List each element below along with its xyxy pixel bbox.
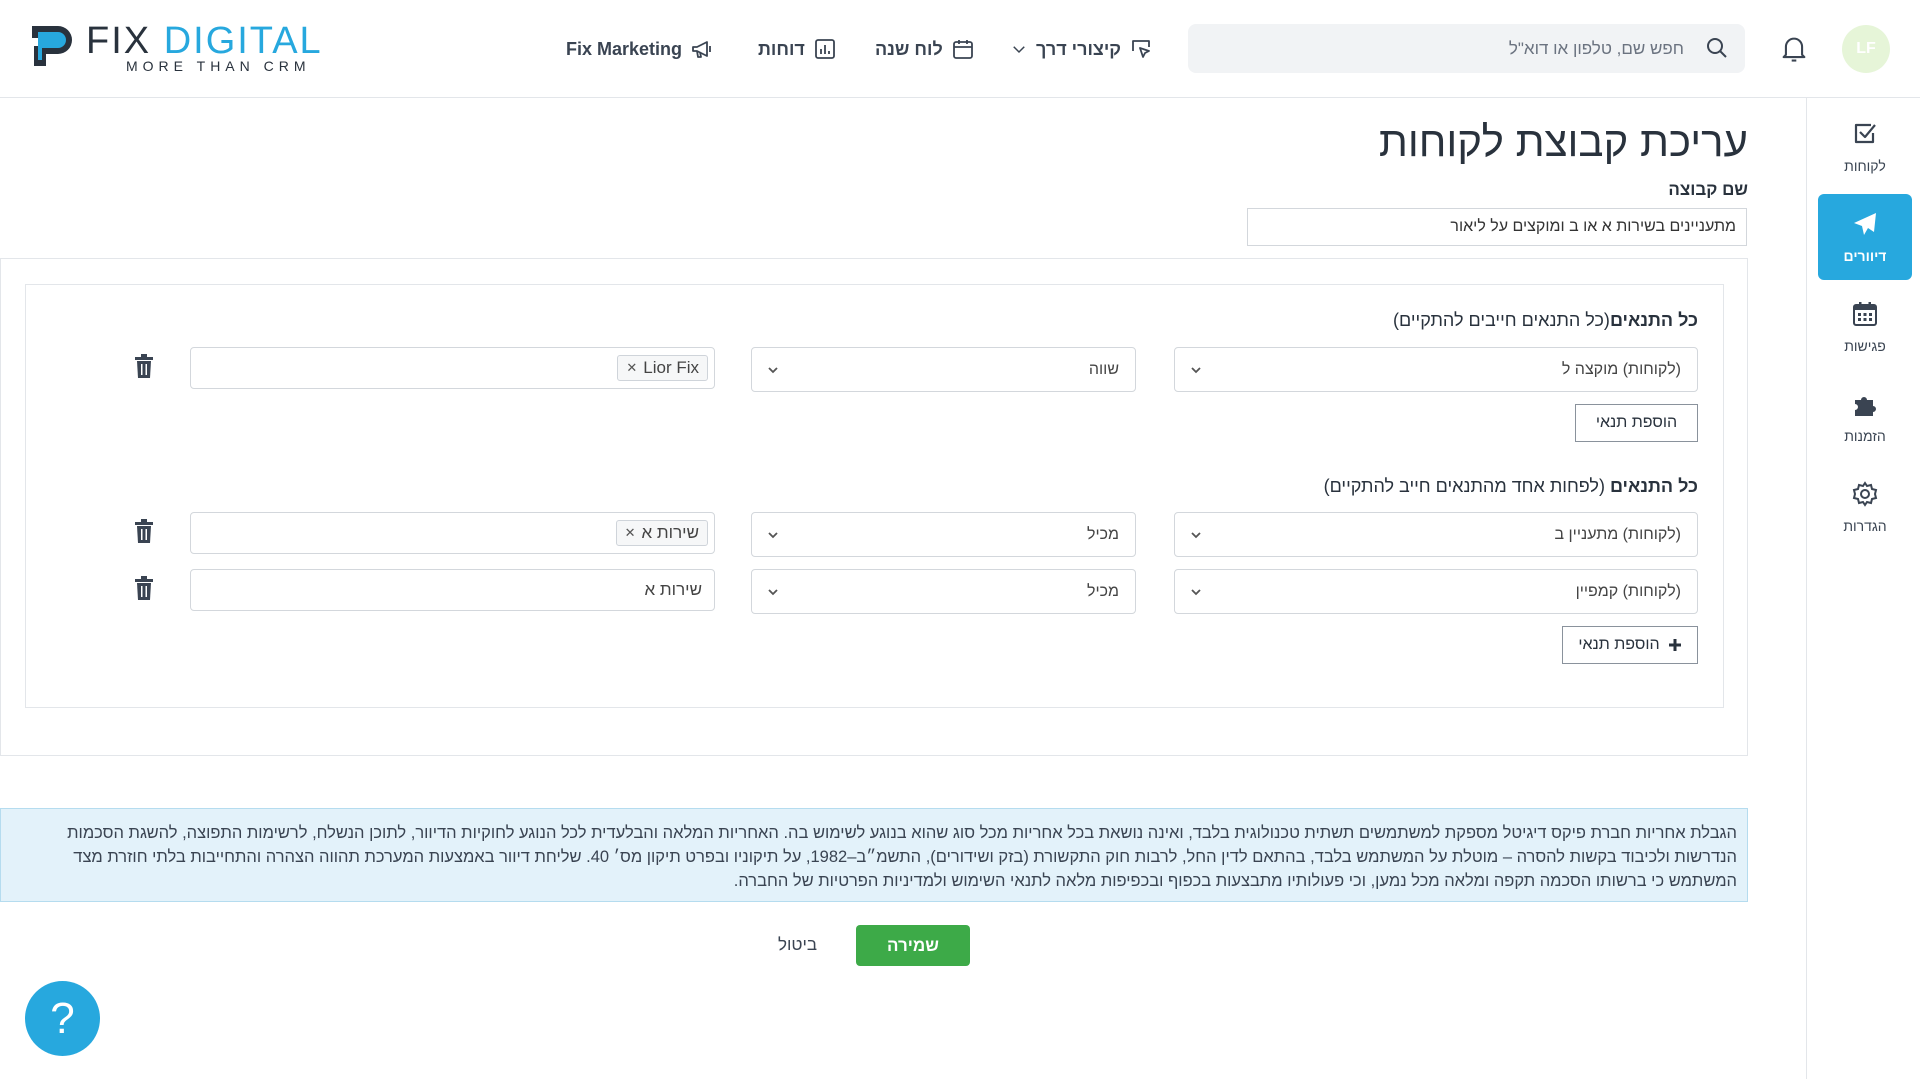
megaphone-icon — [692, 41, 711, 58]
brand-name-part1: FIX — [86, 20, 152, 62]
chevron-down-icon — [1191, 367, 1201, 374]
trash-icon[interactable] — [133, 519, 155, 543]
search-icon[interactable] — [1705, 36, 1729, 60]
sidebar-item-label: לקוחות — [1844, 158, 1886, 174]
sidebar-item-label: דיוורים — [1843, 248, 1887, 264]
select-value: מכיל — [1086, 582, 1119, 600]
condition-value-field[interactable]: שירות א ✕ — [190, 512, 715, 554]
add-condition-button[interactable]: הוספת תנאי — [1575, 404, 1698, 442]
chevron-down-icon — [1191, 532, 1201, 539]
select-value: (לקוחות) קמפיין — [1575, 582, 1681, 600]
liability-disclaimer: הגבלת אחריות חברת פיקס דיגיטל מספקת למשת… — [0, 808, 1748, 902]
value-tag: שירות א ✕ — [615, 520, 708, 546]
side-nav: לקוחות דיוורים פגישות הזמנות הגדרות — [1806, 98, 1920, 1079]
calendar-icon — [952, 40, 973, 59]
tag-remove-icon[interactable]: ✕ — [626, 360, 637, 376]
sidebar-item-orders[interactable]: הזמנות — [1818, 374, 1912, 460]
chevron-down-icon — [1191, 589, 1201, 596]
condition-value-field[interactable]: Lior Fix ✕ — [190, 347, 715, 389]
select-value: (לקוחות) מתעניין ב — [1554, 525, 1681, 543]
condition-value-field[interactable]: שירות א — [190, 569, 715, 611]
puzzle-icon — [1855, 397, 1876, 416]
nav-fix-marketing[interactable]: Fix Marketing — [566, 34, 714, 64]
sidebar-item-meetings[interactable]: פגישות — [1818, 284, 1912, 370]
select-value: (לקוחות) מוקצה ל — [1561, 360, 1681, 378]
bar-chart-icon — [814, 39, 835, 59]
group-name-input[interactable] — [1247, 208, 1747, 246]
select-value: מכיל — [1086, 525, 1119, 543]
sidebar-item-label: הזמנות — [1844, 428, 1886, 444]
chevron-down-icon — [768, 589, 778, 596]
all-conditions-title: כל התנאים(כל התנאים חייבים להתקיים) — [1100, 310, 1698, 331]
help-button[interactable]: ? — [25, 981, 100, 1056]
nav-reports[interactable]: דוחות — [758, 34, 837, 64]
nav-shortcuts[interactable]: קיצורי דרך — [1010, 34, 1153, 64]
plus-icon — [1668, 639, 1681, 651]
sidebar-item-label: פגישות — [1844, 338, 1886, 354]
sidebar-item-customers[interactable]: לקוחות — [1818, 104, 1912, 190]
any-conditions-title: כל התנאים (לפחות אחד מהתנאים חייב להתקיי… — [1100, 476, 1698, 497]
brand-logo[interactable]: FIX DIGITAL MORE THAN CRM — [28, 20, 358, 80]
nav-label: לוח שנה — [875, 38, 943, 59]
condition-operator-select[interactable]: מכיל — [751, 512, 1136, 557]
chevron-down-icon — [768, 532, 778, 539]
group-name-label: שם קבוצה — [1668, 180, 1748, 199]
value-tag: Lior Fix ✕ — [617, 355, 708, 381]
tag-label: שירות א — [641, 523, 699, 542]
value-text: שירות א — [644, 580, 702, 599]
add-condition-button[interactable]: הוספת תנאי — [1562, 626, 1698, 664]
cancel-link[interactable]: ביטול — [778, 935, 817, 955]
search-bar[interactable] — [1188, 24, 1745, 73]
nav-label: דוחות — [758, 38, 805, 59]
condition-field-select[interactable]: (לקוחות) מתעניין ב — [1174, 512, 1698, 557]
sidebar-item-label: הגדרות — [1843, 518, 1887, 534]
tag-remove-icon[interactable]: ✕ — [625, 525, 636, 541]
logo-mark-icon — [32, 26, 72, 66]
sidebar-item-mailings[interactable]: דיוורים — [1818, 194, 1912, 280]
button-label: הוספת תנאי — [1595, 414, 1678, 431]
section-title-bold: כל התנאים — [1609, 310, 1698, 330]
chevron-down-icon — [768, 367, 778, 374]
notification-bell-icon[interactable] — [1780, 34, 1808, 64]
page-title: עריכת קבוצת לקוחות — [1378, 118, 1748, 165]
nav-label: קיצורי דרך — [1036, 38, 1122, 59]
select-value: שווה — [1088, 360, 1119, 378]
section-title-bold: כל התנאים — [1609, 476, 1698, 496]
brand-name: FIX DIGITAL — [86, 22, 323, 60]
trash-icon[interactable] — [133, 576, 155, 600]
section-title-note: (לפחות אחד מהתנאים חייב להתקיים) — [1323, 476, 1610, 496]
brand-tagline: MORE THAN CRM — [126, 58, 311, 74]
condition-field-select[interactable]: (לקוחות) מוקצה ל — [1174, 347, 1698, 392]
tag-label: Lior Fix — [643, 358, 699, 377]
button-label: הוספת תנאי — [1578, 636, 1660, 653]
calendar-grid-icon — [1853, 302, 1877, 326]
checkbox-icon — [1854, 123, 1876, 144]
section-title-note: (כל התנאים חייבים להתקיים) — [1393, 310, 1610, 330]
paper-plane-icon — [1854, 213, 1876, 235]
top-header: FIX DIGITAL MORE THAN CRM Fix Marketing … — [0, 0, 1920, 98]
nav-label: Fix Marketing — [566, 38, 683, 59]
condition-operator-select[interactable]: שווה — [751, 347, 1136, 392]
cursor-icon — [1132, 40, 1150, 58]
trash-icon[interactable] — [133, 354, 155, 378]
gear-icon — [1852, 481, 1878, 507]
condition-field-select[interactable]: (לקוחות) קמפיין — [1174, 569, 1698, 614]
user-avatar[interactable]: LF — [1842, 25, 1890, 73]
search-input[interactable] — [1204, 24, 1684, 73]
nav-calendar[interactable]: לוח שנה — [875, 34, 975, 64]
brand-name-part2: DIGITAL — [163, 20, 323, 62]
save-button[interactable]: שמירה — [856, 925, 970, 966]
sidebar-item-settings[interactable]: הגדרות — [1818, 464, 1912, 550]
condition-operator-select[interactable]: מכיל — [751, 569, 1136, 614]
chevron-down-icon — [1013, 46, 1025, 54]
